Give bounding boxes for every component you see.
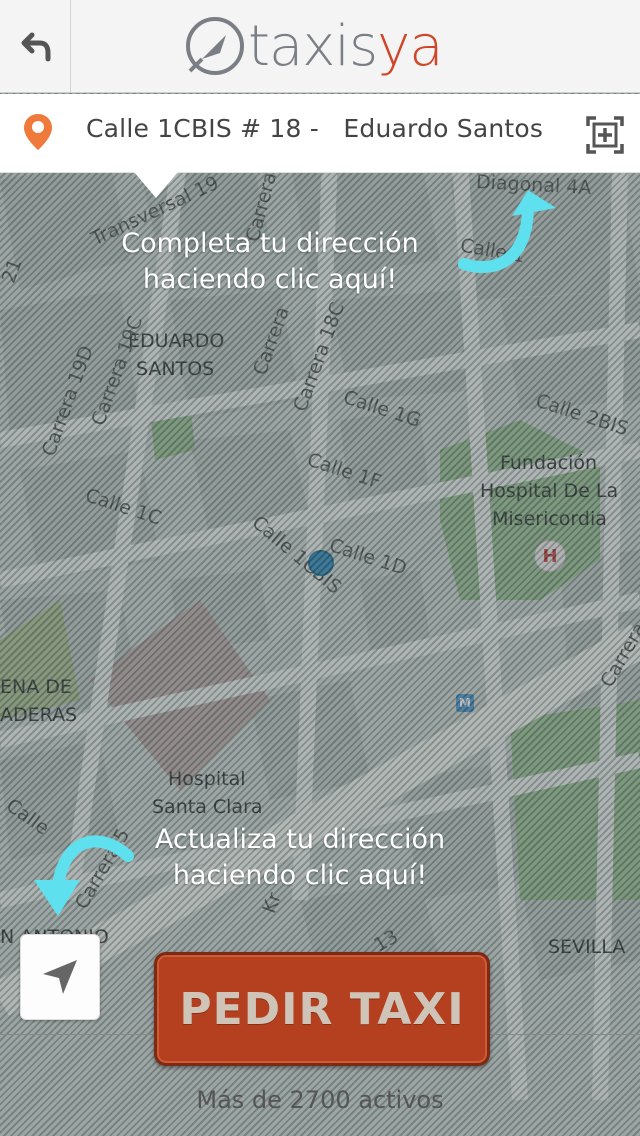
hospital-badge: H bbox=[542, 545, 558, 567]
map-label: Hospital De La bbox=[480, 480, 619, 502]
location-pin-icon bbox=[24, 114, 52, 150]
locate-me-button[interactable] bbox=[20, 934, 100, 1020]
map-label: SEVILLA bbox=[548, 936, 626, 958]
logo-text-main: taxis bbox=[248, 13, 378, 79]
map-label: Misericordia bbox=[492, 508, 607, 530]
hospital-icon: H bbox=[534, 540, 566, 572]
address-bar[interactable]: Calle 1CBIS # 18 - Eduardo Santos bbox=[0, 94, 640, 173]
curved-arrow-icon bbox=[34, 835, 134, 916]
back-button[interactable] bbox=[0, 0, 71, 92]
locate-hint-line1: Actualiza tu dirección bbox=[154, 824, 446, 855]
metro-icon: M bbox=[456, 694, 474, 712]
expand-plus-button[interactable] bbox=[584, 114, 626, 156]
map-label: Fundación bbox=[500, 452, 598, 474]
map-label: Santa Clara bbox=[152, 796, 263, 818]
app-logo: taxis ya bbox=[182, 13, 444, 79]
logo-compass-icon bbox=[186, 17, 244, 75]
expand-plus-icon bbox=[586, 116, 624, 154]
locate-hint: Actualiza tu dirección haciendo clic aqu… bbox=[140, 822, 460, 894]
address-hint: Completa tu dirección haciendo clic aquí… bbox=[100, 226, 440, 298]
current-location-dot bbox=[308, 550, 334, 576]
address-hint-line2: haciendo clic aquí! bbox=[142, 264, 398, 295]
navigation-arrow-icon bbox=[43, 960, 77, 994]
address-bar-pointer bbox=[134, 172, 178, 198]
pedir-taxi-button[interactable]: PEDIR TAXI bbox=[154, 952, 490, 1066]
map-label: Hospital bbox=[168, 768, 246, 790]
back-arrow-icon bbox=[21, 32, 51, 62]
map-label: ENA DE bbox=[0, 676, 72, 698]
logo-text-accent: ya bbox=[377, 13, 443, 79]
pedir-taxi-label: PEDIR TAXI bbox=[179, 983, 465, 1035]
address-text[interactable]: Calle 1CBIS # 18 - Eduardo Santos bbox=[86, 114, 543, 143]
map-label: ADERAS bbox=[0, 704, 78, 726]
app-header: taxis ya bbox=[0, 0, 640, 93]
locate-hint-line2: haciendo clic aquí! bbox=[172, 860, 428, 891]
address-hint-line1: Completa tu dirección bbox=[121, 228, 419, 259]
active-drivers-count: Más de 2700 activos bbox=[196, 1086, 444, 1114]
metro-badge: M bbox=[459, 696, 471, 710]
curved-arrow-icon bbox=[458, 190, 556, 273]
map-label: SANTOS bbox=[136, 358, 215, 380]
